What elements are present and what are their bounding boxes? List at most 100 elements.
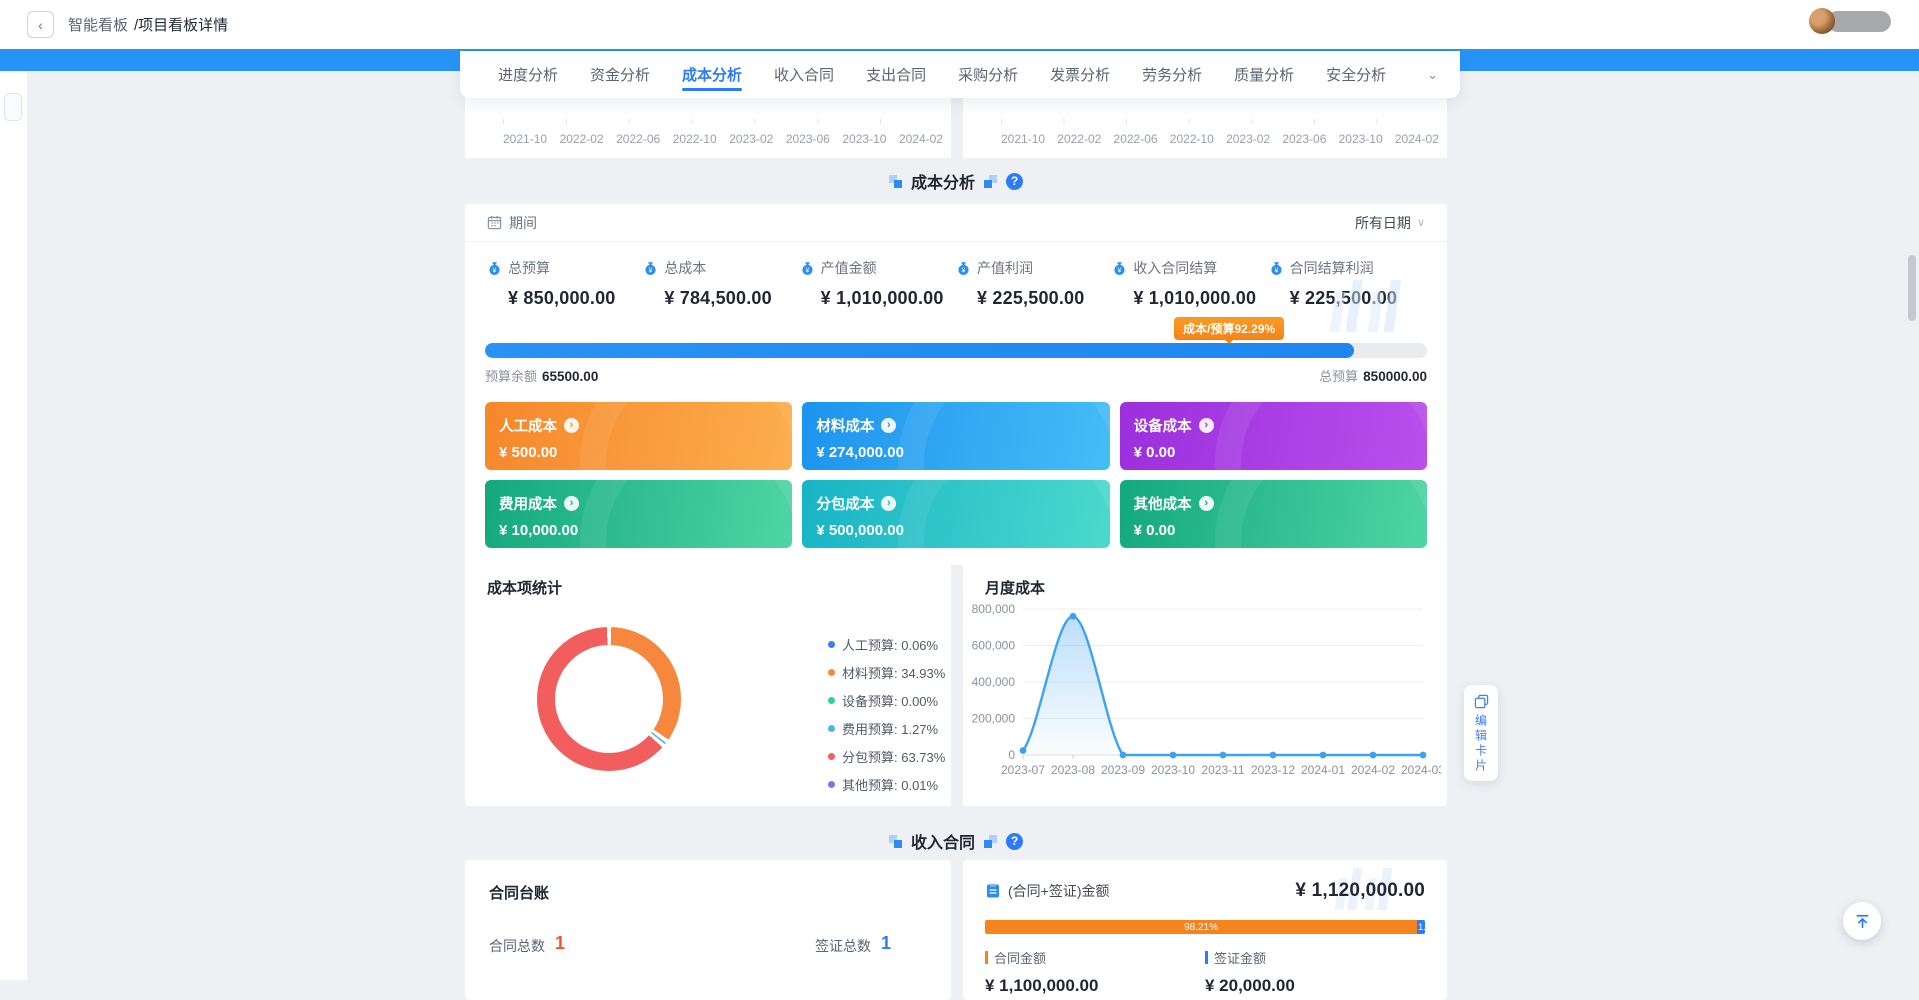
tab-labor-analysis[interactable]: 劳务分析	[1126, 51, 1218, 98]
cost-donut-chart	[537, 627, 681, 771]
ledger-title: 合同台账	[489, 882, 927, 903]
svg-text:2023-12: 2023-12	[1251, 763, 1295, 777]
section-deco-icon	[889, 175, 902, 188]
contract-amount-card: (合同+签证)金额 ¥ 1,120,000.00 98.21% 1. 合同金额 …	[963, 860, 1447, 1000]
cost-items-stat-panel: 成本项统计 人工预算: 0.06%材料预算: 34.93%设备预算: 0.00%…	[465, 565, 951, 806]
cost-card-expense[interactable]: 费用成本› ¥ 10,000.00	[485, 480, 792, 548]
cost-card-subcontract[interactable]: 分包成本› ¥ 500,000.00	[802, 480, 1109, 548]
edit-card-button[interactable]: 编辑卡片	[1464, 685, 1498, 781]
tab-expense-contract[interactable]: 支出合同	[850, 51, 942, 98]
back-button[interactable]: ‹	[27, 11, 54, 38]
svg-text:800,000: 800,000	[972, 602, 1016, 616]
contract-visa-stack-bar: 98.21% 1.	[985, 920, 1425, 934]
legend-dot	[828, 753, 835, 760]
budget-total: 总预算850000.00	[1319, 366, 1427, 385]
breadcrumb-root[interactable]: 智能看板	[68, 17, 128, 34]
legend-item[interactable]: 其他预算: 0.01%	[828, 775, 945, 794]
contract-marker	[985, 951, 988, 964]
back-to-top-button[interactable]	[1843, 902, 1881, 940]
svg-text:2024-02: 2024-02	[1351, 763, 1395, 777]
cost-card-labor[interactable]: 人工成本› ¥ 500.00	[485, 402, 792, 470]
chevron-right-icon[interactable]: ›	[1199, 418, 1214, 433]
metric-settlement-profit: ¥合同结算利润 ¥ 225,500.00	[1269, 258, 1425, 309]
money-bag-icon: ¥	[487, 261, 502, 276]
section-deco-icon	[984, 175, 997, 188]
x-axis-labels: 2021-102022-022022-062022-102023-022023-…	[503, 132, 943, 146]
contract-amount-block: 合同金额 ¥ 1,100,000.00	[985, 948, 1205, 996]
user-area[interactable]	[1809, 8, 1891, 34]
svg-text:2023-08: 2023-08	[1051, 763, 1095, 777]
tab-progress-analysis[interactable]: 进度分析	[482, 51, 574, 98]
legend-label: 分包预算: 63.73%	[842, 747, 945, 766]
budget-remaining: 预算余额65500.00	[485, 366, 598, 385]
period-select[interactable]: 所有日期∨	[1355, 213, 1425, 233]
metric-value: ¥ 784,500.00	[664, 288, 799, 309]
chevron-down-icon[interactable]: ⌄	[1427, 67, 1438, 83]
tab-safety-analysis[interactable]: 安全分析	[1310, 51, 1402, 98]
money-bag-icon: ¥	[800, 261, 815, 276]
tab-income-contract[interactable]: 收入合同	[758, 51, 850, 98]
cost-card-other[interactable]: 其他成本› ¥ 0.00	[1120, 480, 1427, 548]
cost-card-material[interactable]: 材料成本› ¥ 274,000.00	[802, 402, 1109, 470]
metric-value: ¥ 850,000.00	[508, 288, 643, 309]
metric-output-amount: ¥产值金额 ¥ 1,010,000.00	[800, 258, 956, 309]
legend-item[interactable]: 分包预算: 63.73%	[828, 747, 945, 766]
avatar[interactable]	[1809, 8, 1835, 34]
cost-card-equipment[interactable]: 设备成本› ¥ 0.00	[1120, 402, 1427, 470]
section-deco-icon	[984, 835, 997, 848]
svg-text:2024-01: 2024-01	[1301, 763, 1345, 777]
legend-dot	[828, 697, 835, 704]
contract-bar-segment: 98.21%	[985, 920, 1417, 934]
money-bag-icon: ¥	[1112, 261, 1127, 276]
calendar-icon	[487, 215, 502, 230]
metric-income-settlement: ¥收入合同结算 ¥ 1,010,000.00	[1112, 258, 1268, 309]
tab-quality-analysis[interactable]: 质量分析	[1218, 51, 1310, 98]
chevron-right-icon[interactable]: ›	[881, 496, 896, 511]
svg-text:¥: ¥	[1274, 267, 1278, 274]
vertical-scrollbar[interactable]	[1908, 255, 1916, 321]
breadcrumb: 智能看板/项目看板详情	[68, 14, 228, 35]
tab-invoice-analysis[interactable]: 发票分析	[1034, 51, 1126, 98]
tab-procurement-analysis[interactable]: 采购分析	[942, 51, 1034, 98]
help-icon[interactable]: ?	[1006, 833, 1023, 850]
chevron-right-icon[interactable]: ›	[881, 418, 896, 433]
legend-item[interactable]: 设备预算: 0.00%	[828, 691, 945, 710]
budget-progress: 成本/预算92.29% 预算余额65500.00 总预算850000.00	[485, 343, 1427, 385]
x-axis-ticks	[503, 119, 943, 124]
svg-text:¥: ¥	[805, 267, 809, 274]
legend-item[interactable]: 人工预算: 0.06%	[828, 635, 945, 654]
chevron-right-icon[interactable]: ›	[1199, 496, 1214, 511]
metric-value: ¥ 1,010,000.00	[1133, 288, 1268, 309]
tab-fund-analysis[interactable]: 资金分析	[574, 51, 666, 98]
sidebar-toggle-handle[interactable]	[4, 93, 22, 121]
cost-charts-row: 成本项统计 人工预算: 0.06%材料预算: 34.93%设备预算: 0.00%…	[465, 565, 1447, 806]
metric-output-profit: ¥产值利润 ¥ 225,500.00	[956, 258, 1112, 309]
cost-budget-ratio-badge: 成本/预算92.29%	[1174, 317, 1284, 340]
svg-text:2023-10: 2023-10	[1151, 763, 1195, 777]
chevron-right-icon[interactable]: ›	[564, 418, 579, 433]
panel-divider	[951, 565, 963, 806]
budget-progress-fill	[485, 343, 1354, 358]
analysis-tab-bar: 进度分析 资金分析 成本分析 收入合同 支出合同 采购分析 发票分析 劳务分析 …	[460, 51, 1460, 98]
budget-progress-track	[485, 343, 1427, 358]
top-header: ‹ 智能看板/项目看板详情	[0, 0, 1919, 49]
clipboard-icon	[985, 883, 1001, 899]
amount-value: ¥ 1,120,000.00	[1295, 880, 1425, 902]
svg-text:¥: ¥	[1118, 267, 1122, 274]
svg-text:¥: ¥	[649, 267, 653, 274]
amount-label: (合同+签证)金额	[1008, 881, 1110, 901]
legend-item[interactable]: 材料预算: 34.93%	[828, 663, 945, 682]
legend-item[interactable]: 费用预算: 1.27%	[828, 719, 945, 738]
edit-card-label: 编辑卡片	[1473, 714, 1490, 774]
metric-value: ¥ 225,500.00	[1290, 288, 1425, 309]
legend-dot	[828, 725, 835, 732]
legend-label: 费用预算: 1.27%	[842, 719, 938, 738]
help-icon[interactable]: ?	[1006, 173, 1023, 190]
contract-count: 合同总数1	[489, 935, 565, 956]
chevron-down-icon: ∨	[1417, 216, 1425, 229]
section-deco-icon	[889, 835, 902, 848]
chevron-right-icon[interactable]: ›	[564, 496, 579, 511]
visa-count: 签证总数1	[815, 935, 891, 956]
tab-cost-analysis[interactable]: 成本分析	[666, 51, 758, 98]
x-axis-ticks	[1001, 119, 1439, 124]
